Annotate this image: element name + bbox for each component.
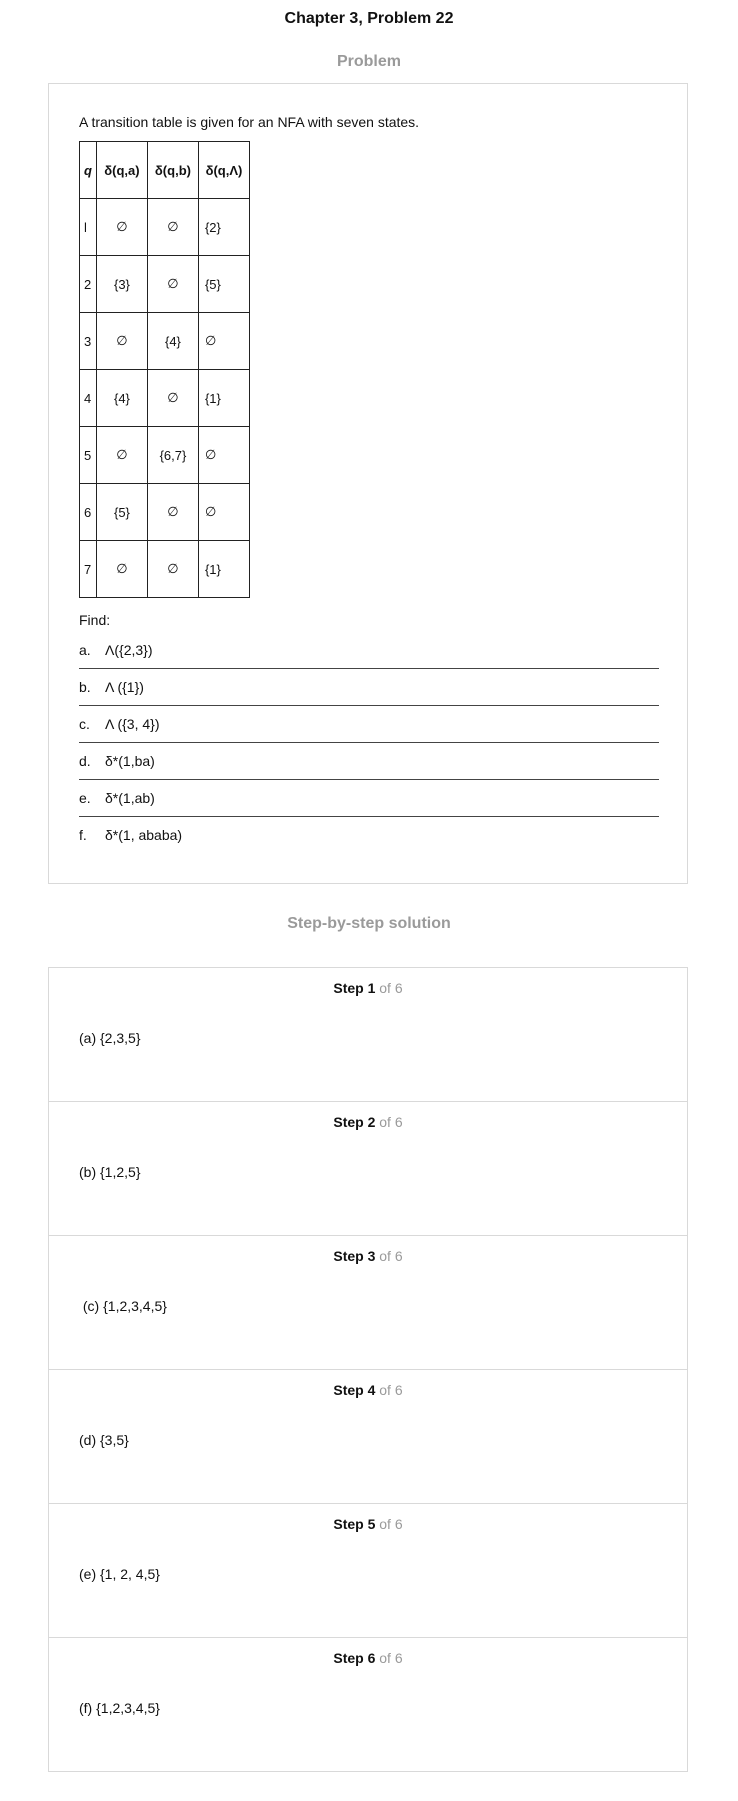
find-label: Find: <box>79 612 111 628</box>
find-parts-list: a. Λ({2,3}) b. Λ ({1}) c. Λ ({3, 4}) d. δ*(1… <box>79 632 659 854</box>
step-card: Step 2 of 6 (b) {1,2,5} <box>49 1102 687 1236</box>
state-cell: 4 <box>79 369 97 427</box>
step-card: Step 1 of 6 (a) {2,3,5} <box>49 968 687 1102</box>
delta-b-cell: ∅ <box>146 255 199 313</box>
table-row: l ∅ ∅ {2} <box>79 198 250 256</box>
step-card: Step 3 of 6 (c) {1,2,3,4,5} <box>49 1236 687 1370</box>
delta-a-cell: {3} <box>95 255 148 313</box>
header-delta-lambda: δ(q,Λ) <box>197 141 250 199</box>
header-delta-b: δ(q,b) <box>146 141 199 199</box>
step-answer: (f) {1,2,3,4,5} <box>79 1700 160 1716</box>
step-header: Step 2 of 6 <box>49 1114 687 1130</box>
part-letter: c. <box>79 716 90 732</box>
list-item: d. δ*(1,ba) <box>79 743 659 780</box>
delta-b-cell: {6,7} <box>146 426 199 484</box>
transition-table: q δ(q,a) δ(q,b) δ(q,Λ) l ∅ ∅ {2} 2 {3} ∅… <box>79 141 250 598</box>
list-item: f. δ*(1, ababa) <box>79 817 659 854</box>
part-text: δ*(1,ab) <box>105 790 155 806</box>
part-letter: b. <box>79 679 91 695</box>
step-count: of 6 <box>379 1650 403 1666</box>
delta-lambda-cell: {5} <box>197 255 250 313</box>
table-row: 5 ∅ {6,7} ∅ <box>79 426 250 484</box>
part-letter: e. <box>79 790 91 806</box>
state-cell: 6 <box>79 483 97 541</box>
part-letter: f. <box>79 827 87 843</box>
step-card: Step 6 of 6 (f) {1,2,3,4,5} <box>49 1638 687 1771</box>
delta-lambda-cell: {1} <box>197 369 250 427</box>
table-row: 7 ∅ ∅ {1} <box>79 540 250 598</box>
delta-b-cell: ∅ <box>146 198 199 256</box>
delta-a-cell: ∅ <box>95 540 148 598</box>
list-item: c. Λ ({3, 4}) <box>79 706 659 743</box>
table-row: 2 {3} ∅ {5} <box>79 255 250 313</box>
delta-a-cell: ∅ <box>95 312 148 370</box>
problem-heading: Problem <box>336 53 401 70</box>
part-text: Λ ({1}) <box>105 679 144 695</box>
step-answer: (a) {2,3,5} <box>79 1030 141 1046</box>
table-row: 3 ∅ {4} ∅ <box>79 312 250 370</box>
step-answer: (b) {1,2,5} <box>79 1164 141 1180</box>
state-cell: 2 <box>79 255 97 313</box>
part-text: Λ ({3, 4}) <box>105 716 160 732</box>
part-letter: a. <box>79 642 91 658</box>
delta-a-cell: {5} <box>95 483 148 541</box>
step-header: Step 1 of 6 <box>49 980 687 996</box>
delta-b-cell: ∅ <box>146 369 199 427</box>
delta-a-cell: ∅ <box>95 426 148 484</box>
step-card: Step 4 of 6 (d) {3,5} <box>49 1370 687 1504</box>
delta-b-cell: {4} <box>146 312 199 370</box>
step-header: Step 3 of 6 <box>49 1248 687 1264</box>
part-text: δ*(1,ba) <box>105 753 155 769</box>
part-text: δ*(1, ababa) <box>105 827 183 843</box>
delta-lambda-cell: ∅ <box>197 312 250 370</box>
state-cell: 3 <box>79 312 97 370</box>
list-item: e. δ*(1,ab) <box>79 780 659 817</box>
step-label: Step 3 <box>333 1248 376 1264</box>
part-text: Λ({2,3}) <box>105 642 153 658</box>
table-row: 6 {5} ∅ ∅ <box>79 483 250 541</box>
step-count: of 6 <box>379 1516 403 1532</box>
delta-lambda-cell: {1} <box>197 540 250 598</box>
delta-a-cell: ∅ <box>95 198 148 256</box>
step-label: Step 4 <box>333 1382 376 1398</box>
table-row: 4 {4} ∅ {1} <box>79 369 250 427</box>
delta-lambda-cell: ∅ <box>197 426 250 484</box>
problem-card: A transition table is given for an NFA w… <box>48 83 688 884</box>
step-header: Step 6 of 6 <box>49 1650 687 1666</box>
state-cell: 7 <box>79 540 97 598</box>
step-count: of 6 <box>379 1114 403 1130</box>
delta-lambda-cell: {2} <box>197 198 250 256</box>
step-header: Step 5 of 6 <box>49 1516 687 1532</box>
delta-b-cell: ∅ <box>146 540 199 598</box>
step-label: Step 2 <box>333 1114 376 1130</box>
problem-intro: A transition table is given for an NFA w… <box>79 114 420 130</box>
step-answer: (d) {3,5} <box>79 1432 129 1448</box>
step-count: of 6 <box>379 980 403 996</box>
header-delta-a: δ(q,a) <box>95 141 148 199</box>
step-card: Step 5 of 6 (e) {1, 2, 4,5} <box>49 1504 687 1638</box>
page-title: Chapter 3, Problem 22 <box>284 10 454 27</box>
step-answer: (c) {1,2,3,4,5} <box>79 1298 167 1314</box>
solution-steps: Step 1 of 6 (a) {2,3,5} Step 2 of 6 (b) … <box>48 967 688 1772</box>
list-item: a. Λ({2,3}) <box>79 632 659 669</box>
solution-heading: Step-by-step solution <box>287 915 451 932</box>
delta-b-cell: ∅ <box>146 483 199 541</box>
step-label: Step 1 <box>333 980 376 996</box>
delta-a-cell: {4} <box>95 369 148 427</box>
state-cell: l <box>79 198 97 256</box>
step-count: of 6 <box>379 1248 403 1264</box>
step-label: Step 6 <box>333 1650 376 1666</box>
delta-lambda-cell: ∅ <box>197 483 250 541</box>
step-header: Step 4 of 6 <box>49 1382 687 1398</box>
step-label: Step 5 <box>333 1516 376 1532</box>
step-count: of 6 <box>379 1382 403 1398</box>
table-header-row: q δ(q,a) δ(q,b) δ(q,Λ) <box>79 141 250 199</box>
step-answer: (e) {1, 2, 4,5} <box>79 1566 160 1582</box>
list-item: b. Λ ({1}) <box>79 669 659 706</box>
state-cell: 5 <box>79 426 97 484</box>
part-letter: d. <box>79 753 91 769</box>
header-state: q <box>79 141 97 199</box>
